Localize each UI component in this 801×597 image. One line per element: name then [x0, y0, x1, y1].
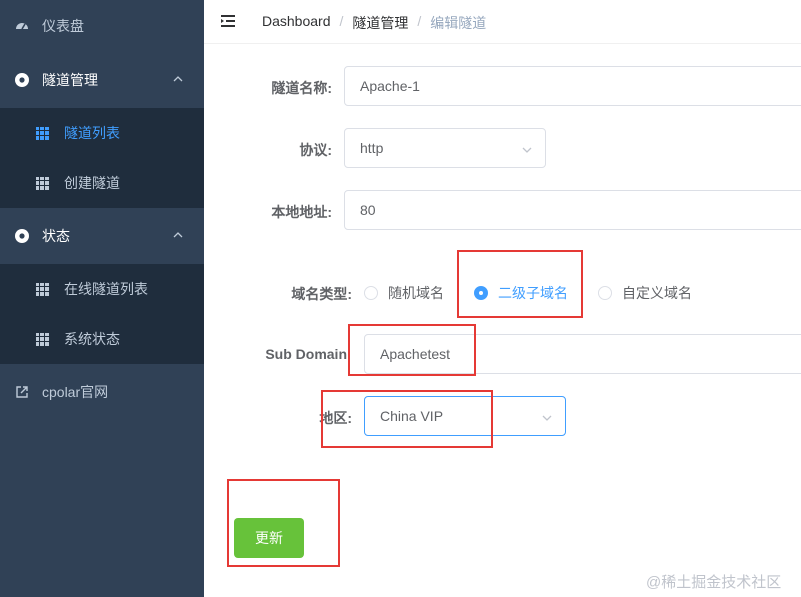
- dashboard-icon: [14, 18, 30, 34]
- local-address-value: 80: [360, 202, 376, 218]
- highlight-box-subdomain: [348, 324, 476, 376]
- external-link-icon: [14, 384, 30, 400]
- radio-custom-domain[interactable]: 自定义域名: [598, 283, 692, 303]
- sidebar-item-label: 在线隧道列表: [64, 281, 148, 297]
- sidebar-item-create-tunnel[interactable]: 创建隧道: [0, 158, 204, 208]
- status-icon: [14, 228, 30, 244]
- breadcrumb-dashboard[interactable]: Dashboard: [262, 13, 331, 33]
- tunnel-name-value: Apache-1: [360, 78, 420, 94]
- sidebar-item-system-status[interactable]: 系统状态: [0, 314, 204, 364]
- sidebar-item-tunnel-management[interactable]: 隧道管理: [0, 54, 204, 106]
- radio-random-domain[interactable]: 随机域名: [364, 283, 444, 303]
- sidebar-item-label: 创建隧道: [64, 175, 120, 191]
- tunnel-name-input[interactable]: Apache-1: [344, 66, 801, 106]
- sidebar: 仪表盘 隧道管理 隧道列表 创建隧道 状态 在线隧道列表 系统状态 cpolar…: [0, 0, 204, 597]
- protocol-label: 协议:: [299, 142, 332, 158]
- radio-label: 随机域名: [388, 285, 444, 301]
- highlight-box-update: [227, 479, 340, 567]
- sidebar-item-tunnel-list[interactable]: 隧道列表: [0, 108, 204, 158]
- grid-icon: [34, 175, 50, 191]
- highlight-box-domain-type: [457, 250, 583, 318]
- breadcrumb-separator: /: [417, 13, 422, 29]
- watermark: @稀土掘金技术社区: [646, 574, 782, 591]
- local-address-input[interactable]: 80: [344, 190, 801, 230]
- top-navbar: Dashboard / 隧道管理 / 编辑隧道: [204, 0, 801, 44]
- chevron-down-icon: [521, 143, 533, 155]
- sidebar-item-label: 系统状态: [64, 331, 120, 347]
- sidebar-item-dashboard[interactable]: 仪表盘: [0, 0, 204, 52]
- highlight-box-region: [321, 390, 493, 448]
- sidebar-item-label: 隧道管理: [42, 72, 98, 88]
- subdomain-label: Sub Domain: [265, 346, 347, 362]
- radio-label: 自定义域名: [622, 285, 692, 301]
- sidebar-item-online-tunnels[interactable]: 在线隧道列表: [0, 264, 204, 314]
- tunnel-management-icon: [14, 72, 30, 88]
- sidebar-item-status[interactable]: 状态: [0, 210, 204, 262]
- breadcrumb-separator: /: [339, 13, 344, 29]
- protocol-value: http: [360, 140, 384, 156]
- sidebar-item-label: 状态: [42, 228, 70, 244]
- breadcrumb-tunnel-management[interactable]: 隧道管理: [352, 13, 408, 33]
- hamburger-icon[interactable]: [220, 12, 238, 30]
- local-address-label: 本地地址:: [271, 204, 332, 220]
- radio-circle[interactable]: [598, 286, 612, 300]
- domain-type-label: 域名类型:: [291, 286, 352, 302]
- chevron-up-icon: [172, 228, 184, 240]
- grid-icon: [34, 281, 50, 297]
- sidebar-item-label: 隧道列表: [64, 125, 120, 141]
- breadcrumb: Dashboard / 隧道管理 / 编辑隧道: [262, 13, 486, 33]
- breadcrumb-edit-tunnel: 编辑隧道: [430, 15, 487, 31]
- tunnel-name-label: 隧道名称:: [271, 80, 332, 96]
- grid-icon: [34, 125, 50, 141]
- sidebar-item-label: 仪表盘: [42, 18, 84, 34]
- sidebar-item-cpolar-site[interactable]: cpolar官网: [0, 366, 204, 418]
- radio-circle[interactable]: [364, 286, 378, 300]
- grid-icon: [34, 331, 50, 347]
- protocol-select[interactable]: http: [344, 128, 546, 168]
- chevron-down-icon: [541, 411, 553, 423]
- sidebar-item-label: cpolar官网: [42, 384, 109, 400]
